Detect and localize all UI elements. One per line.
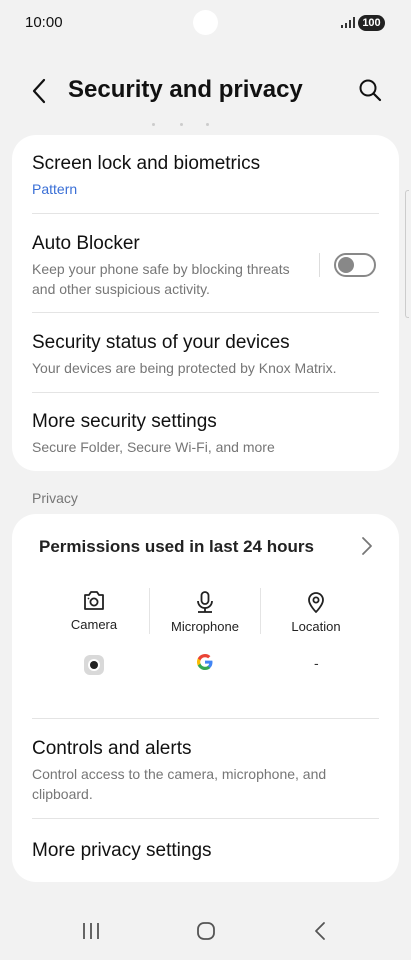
security-card: Screen lock and biometrics Pattern Auto …	[12, 135, 399, 471]
microphone-icon	[197, 591, 213, 613]
item-subtitle: Keep your phone safe by blocking threats…	[32, 261, 290, 297]
item-title: Auto Blocker	[32, 233, 140, 254]
item-title: Controls and alerts	[32, 738, 192, 759]
battery-indicator: 100	[358, 15, 385, 31]
chevron-right-icon[interactable]	[360, 535, 374, 557]
back-button[interactable]	[26, 76, 54, 106]
auto-blocker-toggle[interactable]	[334, 253, 376, 277]
nav-back-icon[interactable]	[312, 920, 328, 942]
app-bar: Security and privacy	[0, 62, 411, 120]
permission-label: Camera	[70, 617, 118, 632]
item-title: Screen lock and biometrics	[32, 153, 261, 174]
camera-cutout	[193, 10, 218, 35]
home-icon[interactable]	[195, 920, 217, 942]
more-security-settings-item[interactable]: More security settings Secure Folder, Se…	[32, 410, 379, 457]
item-subtitle: Control access to the camera, microphone…	[32, 766, 327, 802]
location-app-none: -	[314, 655, 319, 671]
item-subtitle: Secure Folder, Secure Wi-Fi, and more	[32, 439, 275, 455]
screen-lock-item[interactable]: Screen lock and biometrics Pattern	[32, 152, 379, 199]
status-time: 10:00	[25, 14, 63, 31]
permission-location[interactable]: Location	[261, 590, 371, 634]
navigation-bar	[0, 910, 411, 954]
scroll-hint	[150, 123, 220, 127]
divider	[32, 818, 379, 819]
more-privacy-settings-item[interactable]: More privacy settings	[32, 839, 379, 863]
permission-label: Location	[291, 619, 341, 634]
item-subtitle: Pattern	[32, 181, 78, 197]
search-icon[interactable]	[356, 76, 384, 104]
controls-and-alerts-item[interactable]: Controls and alerts Control access to th…	[32, 737, 379, 804]
signal-icon	[341, 17, 355, 28]
permission-label: Microphone	[171, 619, 239, 634]
privacy-section-label: Privacy	[32, 490, 78, 506]
permissions-title[interactable]: Permissions used in last 24 hours	[39, 537, 314, 557]
camera-app-icon	[84, 655, 104, 675]
permission-microphone[interactable]: Microphone	[150, 590, 260, 634]
item-subtitle: Your devices are being protected by Knox…	[32, 360, 337, 376]
divider	[32, 312, 379, 313]
privacy-card: Permissions used in last 24 hours Camera…	[12, 514, 399, 882]
toggle-knob	[338, 257, 354, 273]
recent-apps-icon[interactable]	[81, 920, 101, 942]
camera-icon	[84, 591, 104, 610]
divider	[32, 718, 379, 719]
divider	[32, 392, 379, 393]
scrollbar[interactable]	[405, 190, 409, 318]
item-title: Security status of your devices	[32, 332, 290, 353]
location-icon	[308, 592, 324, 613]
item-title: More security settings	[32, 411, 217, 432]
toggle-separator	[319, 253, 320, 277]
item-title: More privacy settings	[32, 840, 212, 861]
auto-blocker-item[interactable]: Auto Blocker Keep your phone safe by blo…	[32, 232, 299, 299]
google-app-icon	[197, 654, 213, 670]
security-status-item[interactable]: Security status of your devices Your dev…	[32, 331, 379, 378]
permission-camera[interactable]: Camera	[39, 590, 149, 632]
status-bar: 10:00 100	[0, 0, 411, 48]
page-title: Security and privacy	[68, 76, 303, 103]
divider	[32, 213, 379, 214]
